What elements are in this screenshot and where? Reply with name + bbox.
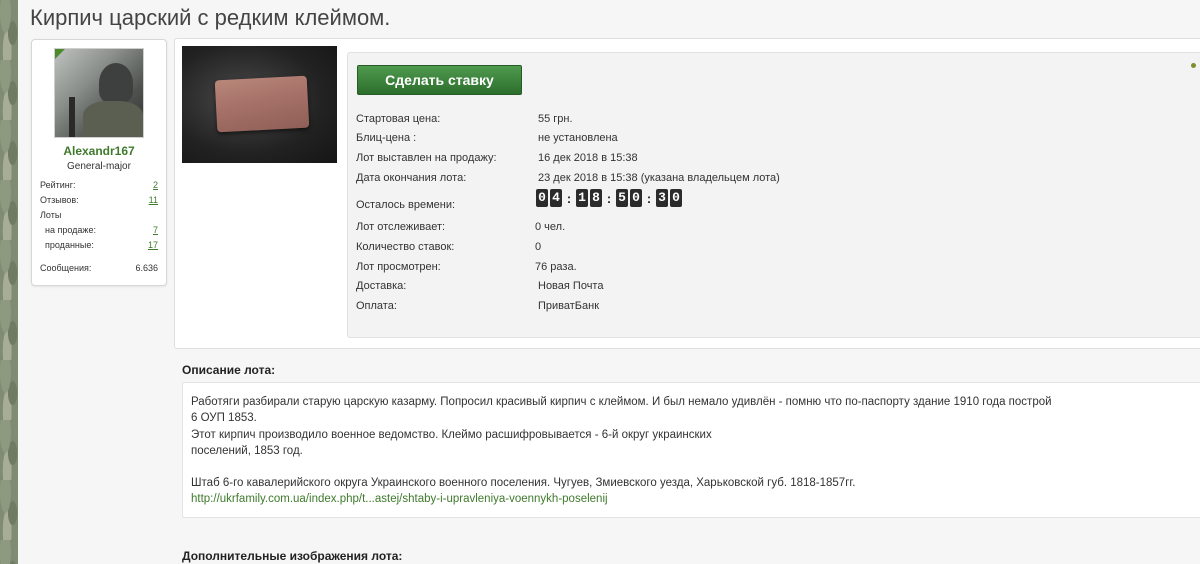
stat-lots: Лоты (40, 210, 158, 220)
start-price-label: Стартовая цена: (356, 113, 441, 125)
stat-reviews-link[interactable]: 11 (149, 195, 158, 205)
place-bid-button[interactable]: Сделать ставку (357, 65, 522, 95)
end-date-label: Дата окончания лота: (356, 172, 467, 184)
timer-separator: : (646, 190, 652, 206)
views-value: 76 раза. (535, 261, 577, 273)
views-label: Лот просмотрен: (356, 261, 441, 273)
page-title: Кирпич царский с редким клеймом. (30, 5, 391, 30)
online-indicator-icon (55, 49, 65, 59)
timer-digit: 0 (536, 189, 548, 207)
stat-messages-value: 6.636 (135, 263, 158, 273)
extra-images-title: Дополнительные изображения лота: (182, 549, 403, 563)
timer-separator: : (606, 190, 612, 206)
user-rank: General-major (67, 161, 131, 172)
description-link-line: http://ukrfamily.com.ua/index.php/t...as… (191, 493, 608, 505)
timer-digit: 3 (656, 189, 668, 207)
stat-label: Лоты (40, 210, 62, 220)
watchers-label: Лот отслеживает: (356, 221, 446, 233)
user-name-link[interactable]: Alexandr167 (32, 144, 166, 158)
avatar-helmet (99, 63, 133, 103)
timer-digit: 0 (670, 189, 682, 207)
stat-label: проданные: (45, 240, 94, 250)
description-link[interactable]: http://ukrfamily.com.ua/index.php/t...as… (191, 493, 608, 505)
brick-image (214, 75, 310, 133)
delivery-label: Доставка: (356, 280, 407, 292)
timer-digit: 5 (616, 189, 628, 207)
stat-reviews: Отзывов: 11 (40, 195, 158, 205)
stat-sold: проданные: 17 (45, 240, 158, 250)
avatar-figure (83, 101, 143, 137)
description-line: Этот кирпич производило военное ведомств… (191, 429, 712, 441)
user-card: Alexandr167 General-major Рейтинг: 2 Отз… (31, 39, 167, 286)
bids-count-value: 0 (535, 241, 542, 253)
end-date-value: 23 дек 2018 в 15:38 (указана владельцем … (538, 172, 780, 184)
payment-value: ПриватБанк (538, 300, 600, 312)
listed-date-label: Лот выставлен на продажу: (356, 152, 497, 164)
stat-label: Рейтинг: (40, 180, 76, 190)
stat-label: Отзывов: (40, 195, 79, 205)
timer-digit: 1 (576, 189, 588, 207)
avatar-tower (69, 97, 75, 137)
countdown-timer: 0 4 : 1 8 : 5 0 : 3 0 (536, 189, 684, 207)
stat-sold-link[interactable]: 17 (148, 240, 158, 250)
description-title: Описание лота: (182, 363, 276, 377)
description-line: Работяги разбирали старую царскую казарм… (191, 396, 1052, 408)
avatar[interactable] (54, 48, 144, 138)
blitz-price-label: Блиц-цена : (356, 132, 417, 144)
timer-digit: 8 (590, 189, 602, 207)
listed-date-value: 16 дек 2018 в 15:38 (538, 152, 638, 164)
time-left-label: Осталось времени: (356, 199, 456, 211)
bids-count-label: Количество ставок: (356, 241, 455, 253)
description-line: 6 ОУП 1853. (191, 412, 257, 424)
stat-rating-link[interactable]: 2 (153, 180, 158, 190)
lot-photo[interactable] (182, 46, 337, 163)
payment-label: Оплата: (356, 300, 397, 312)
stat-on-sale-link[interactable]: 7 (153, 225, 158, 235)
stat-messages: Сообщения: 6.636 (40, 263, 158, 273)
stat-label: на продаже: (45, 225, 96, 235)
side-background (0, 0, 18, 564)
delivery-value: Новая Почта (538, 280, 604, 292)
watchers-value: 0 чел. (535, 221, 566, 233)
timer-digit: 0 (630, 189, 642, 207)
description-line: поселений, 1853 год. (191, 445, 303, 457)
timer-digit: 4 (550, 189, 562, 207)
status-dot-icon (1191, 63, 1196, 68)
stat-rating: Рейтинг: 2 (40, 180, 158, 190)
stat-label: Сообщения: (40, 263, 92, 273)
blitz-price-value: не установлена (538, 132, 618, 144)
description-line: Штаб 6-го кавалерийского округа Украинск… (191, 477, 856, 489)
timer-separator: : (566, 190, 572, 206)
start-price-value: 55 грн. (538, 113, 573, 125)
stat-on-sale: на продаже: 7 (45, 225, 158, 235)
